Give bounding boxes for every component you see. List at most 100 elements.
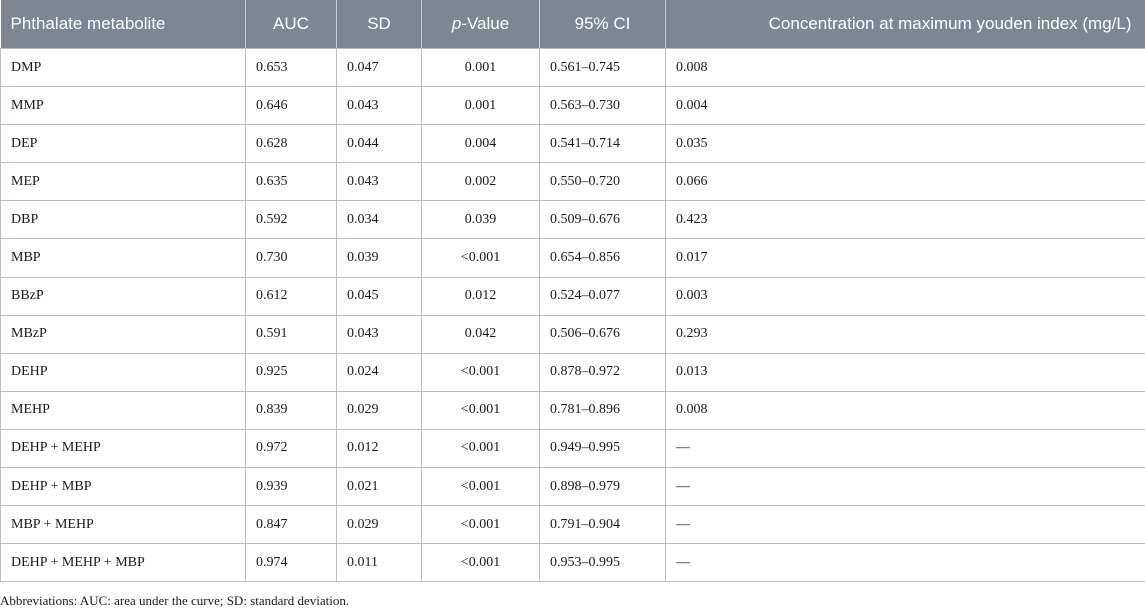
footnote: Abbreviations: AUC: area under the curve… [0, 593, 350, 608]
table-row: DEHP + MEHP + MBP 0.974 0.011 <0.001 0.953–0… [0, 543, 1145, 583]
cell-p-value: 0.012 [421, 277, 540, 316]
table-row: MBP + MEHP 0.847 0.029 <0.001 0.791–0.904— [0, 505, 1145, 545]
table-row: DEHP + MBP 0.939 0.021 <0.001 0.898–0.979— [0, 467, 1145, 507]
cell-sd: 0.021 [336, 467, 422, 507]
table-row: MBzP 0.591 0.043 0.042 0.506–0.676 0.293 [0, 315, 1145, 354]
cell-p-value: 0.004 [421, 124, 540, 164]
table-header: Phthalate metabolite AUC SD p-Value 95% … [0, 0, 1145, 49]
cell-ci: 0.563–0.730 [539, 86, 666, 126]
cell-sd: 0.029 [336, 505, 422, 545]
cell-ci: 0.781–0.896 [539, 391, 666, 430]
cell-metabolite: MEP [0, 162, 246, 202]
cell-metabolite: DEP [0, 124, 246, 164]
cell-concentration: 0.008 [665, 48, 1145, 88]
cell-auc: 0.839 [245, 391, 337, 430]
cell-auc: 0.612 [245, 277, 337, 316]
cell-p-value: 0.002 [421, 162, 540, 202]
header-ci: 95% CI [539, 0, 666, 49]
cell-auc: 0.939 [245, 467, 337, 507]
cell-concentration: 0.423 [665, 200, 1145, 240]
table-row: BBzP 0.612 0.045 0.012 0.524–0.077 0.003 [0, 277, 1145, 316]
cell-sd: 0.024 [336, 353, 422, 392]
cell-concentration: 0.293 [665, 315, 1145, 354]
cell-auc: 0.925 [245, 353, 337, 392]
table-row: DEHP 0.925 0.024 <0.001 0.878–0.972 0.013 [0, 353, 1145, 392]
cell-metabolite: DEHP + MEHP [0, 429, 246, 469]
header-concentration: Concentration at maximum youden index (m… [665, 0, 1145, 49]
cell-concentration: — [665, 505, 1145, 545]
cell-sd: 0.011 [336, 543, 422, 583]
cell-p-value: <0.001 [421, 429, 540, 469]
cell-p-value: 0.001 [421, 48, 540, 88]
cell-metabolite: MEHP [0, 391, 246, 430]
cell-concentration: — [665, 467, 1145, 507]
cell-metabolite: MMP [0, 86, 246, 126]
cell-metabolite: MBP [0, 238, 246, 278]
header-p-suffix: -Value [461, 14, 510, 33]
cell-sd: 0.029 [336, 391, 422, 430]
cell-ci: 0.878–0.972 [539, 353, 666, 392]
cell-auc: 0.628 [245, 124, 337, 164]
cell-ci: 0.550–0.720 [539, 162, 666, 202]
header-p-italic: p [451, 14, 462, 33]
cell-auc: 0.592 [245, 200, 337, 240]
cell-auc: 0.591 [245, 315, 337, 354]
header-metabolite: Phthalate metabolite [0, 0, 246, 49]
cell-ci: 0.506–0.676 [539, 315, 666, 354]
table-row: MEHP 0.839 0.029 <0.001 0.781–0.896 0.008 [0, 391, 1145, 430]
header-sd: SD [336, 0, 422, 49]
cell-sd: 0.012 [336, 429, 422, 469]
cell-sd: 0.044 [336, 124, 422, 164]
cell-concentration: 0.004 [665, 86, 1145, 126]
cell-concentration: — [665, 429, 1145, 469]
cell-sd: 0.039 [336, 238, 422, 278]
header-p-value: p-Value [421, 0, 540, 49]
cell-concentration: 0.017 [665, 238, 1145, 278]
cell-p-value: 0.039 [421, 200, 540, 240]
cell-auc: 0.646 [245, 86, 337, 126]
table-body: DMP 0.653 0.047 0.001 0.561–0.745 0.008 MMP 0.6… [0, 48, 1145, 583]
cell-ci: 0.524–0.077 [539, 277, 666, 316]
cell-metabolite: DEHP + MBP [0, 467, 246, 507]
cell-p-value: <0.001 [421, 505, 540, 545]
cell-auc: 0.730 [245, 238, 337, 278]
cell-sd: 0.043 [336, 315, 422, 354]
cell-sd: 0.045 [336, 277, 422, 316]
cell-ci: 0.509–0.676 [539, 200, 666, 240]
cell-ci: 0.791–0.904 [539, 505, 666, 545]
cell-sd: 0.043 [336, 86, 422, 126]
cell-ci: 0.953–0.995 [539, 543, 666, 583]
header-auc: AUC [245, 0, 337, 49]
cell-p-value: <0.001 [421, 391, 540, 430]
table-row: MBP 0.730 0.039 <0.001 0.654–0.856 0.017 [0, 238, 1145, 278]
cell-metabolite: MBP + MEHP [0, 505, 246, 545]
cell-ci: 0.949–0.995 [539, 429, 666, 469]
cell-p-value: <0.001 [421, 543, 540, 583]
cell-metabolite: MBzP [0, 315, 246, 354]
cell-p-value: 0.042 [421, 315, 540, 354]
cell-auc: 0.972 [245, 429, 337, 469]
cell-ci: 0.654–0.856 [539, 238, 666, 278]
cell-sd: 0.047 [336, 48, 422, 88]
cell-concentration: 0.013 [665, 353, 1145, 392]
cell-sd: 0.034 [336, 200, 422, 240]
cell-concentration: — [665, 543, 1145, 583]
cell-concentration: 0.003 [665, 277, 1145, 316]
table-row: DEHP + MEHP 0.972 0.012 <0.001 0.949–0.995— [0, 429, 1145, 469]
cell-metabolite: BBzP [0, 277, 246, 316]
table-row: DMP 0.653 0.047 0.001 0.561–0.745 0.008 [0, 48, 1145, 88]
cell-concentration: 0.035 [665, 124, 1145, 164]
cell-auc: 0.847 [245, 505, 337, 545]
header-row: Phthalate metabolite AUC SD p-Value 95% … [0, 0, 1145, 49]
results-table: Phthalate metabolite AUC SD p-Value 95% … [0, 0, 1145, 583]
table-row: DEP 0.628 0.044 0.004 0.541–0.714 0.035 [0, 124, 1145, 164]
cell-metabolite: DEHP [0, 353, 246, 392]
cell-ci: 0.541–0.714 [539, 124, 666, 164]
cell-p-value: 0.001 [421, 86, 540, 126]
cell-sd: 0.043 [336, 162, 422, 202]
cell-auc: 0.635 [245, 162, 337, 202]
cell-ci: 0.898–0.979 [539, 467, 666, 507]
table-row: MMP 0.646 0.043 0.001 0.563–0.730 0.004 [0, 86, 1145, 126]
table-row: DBP 0.592 0.034 0.039 0.509–0.676 0.423 [0, 200, 1145, 240]
table-row: MEP 0.635 0.043 0.002 0.550–0.720 0.066 [0, 162, 1145, 202]
